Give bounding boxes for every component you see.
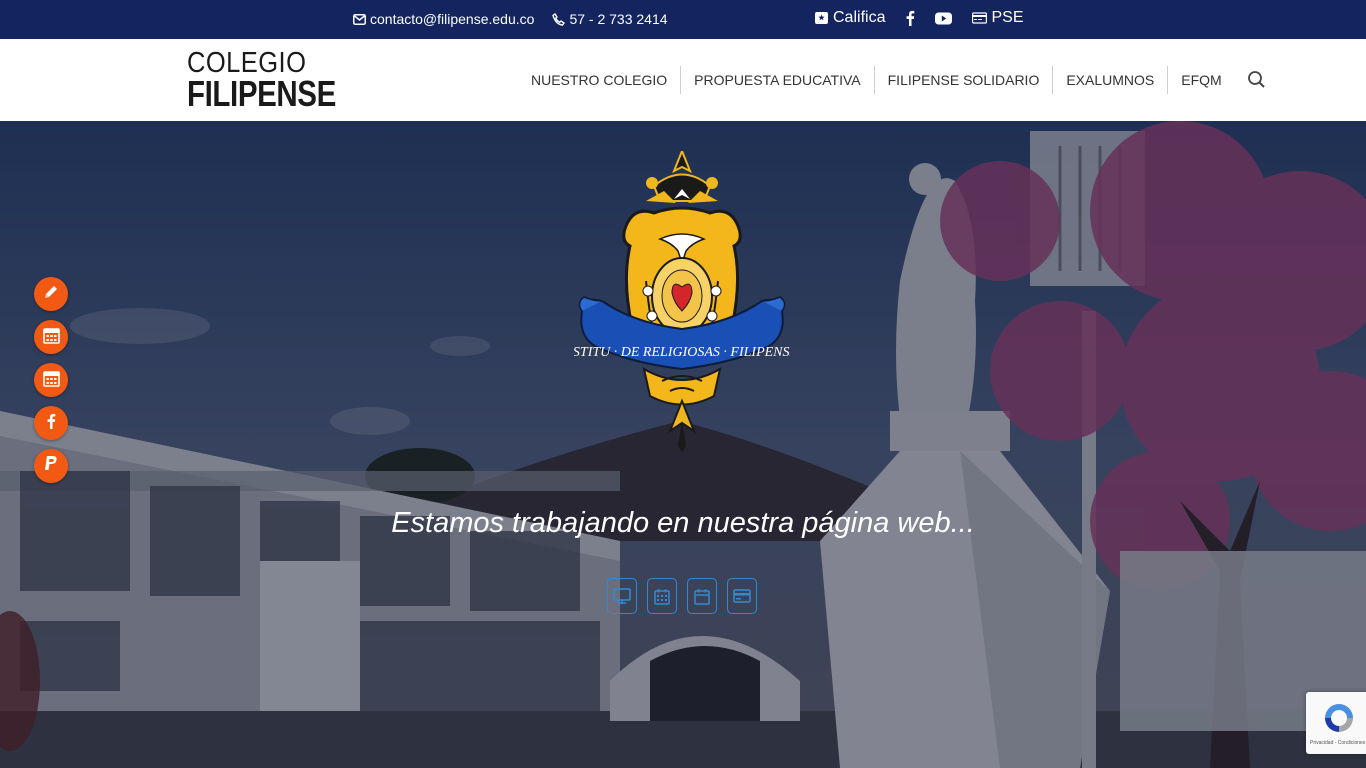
nav-exalumnos[interactable]: EXALUMNOS	[1053, 66, 1169, 94]
card-icon[interactable]	[727, 578, 757, 614]
facebook-button[interactable]	[34, 406, 68, 440]
phone-link[interactable]: 57 - 2 733 2414	[552, 11, 668, 27]
calendar-icon	[42, 369, 60, 392]
email-link[interactable]: contacto@filipense.edu.co	[353, 11, 534, 27]
calendar-button-1[interactable]	[34, 320, 68, 354]
email-text: contacto@filipense.edu.co	[370, 11, 535, 27]
pse-link[interactable]: PSE	[972, 9, 1023, 27]
logo-line-filipense: FILIPENSE	[187, 72, 336, 114]
nav-propuesta-educativa[interactable]: PROPUESTA EDUCATIVA	[681, 66, 875, 94]
recaptcha-text: Privacidad - Condiciones	[1310, 740, 1366, 746]
hero-quick-icons	[607, 578, 757, 614]
recaptcha-icon	[1321, 700, 1357, 741]
calendar-button-2[interactable]	[34, 363, 68, 397]
pencil-button[interactable]	[34, 277, 68, 311]
calendar-icon[interactable]	[687, 578, 717, 614]
school-crest-icon: INSTITU · DE RELIGIOSAS · FILIPENSES	[574, 151, 790, 453]
review-icon	[815, 11, 829, 25]
top-links: Califica PSE	[815, 9, 1023, 27]
card-icon	[972, 12, 988, 24]
top-bar: contacto@filipense.edu.co 57 - 2 733 241…	[0, 0, 1366, 39]
califica-label: Califica	[833, 9, 886, 26]
svg-text:INSTITU · DE RELIGIOSAS · FILI: INSTITU · DE RELIGIOSAS · FILIPENSES	[574, 345, 790, 360]
paypal-button[interactable]	[34, 449, 68, 483]
site-logo[interactable]: COLEGIO FILIPENSE	[185, 39, 365, 121]
facebook-icon[interactable]	[905, 10, 915, 26]
calendar-icon	[42, 326, 60, 349]
youtube-icon[interactable]	[935, 12, 953, 25]
phone-text: 57 - 2 733 2414	[569, 11, 668, 27]
calendar-grid-icon[interactable]	[647, 578, 677, 614]
phone-icon	[552, 12, 566, 26]
califica-link[interactable]: Califica	[815, 9, 885, 27]
pse-label: PSE	[991, 9, 1024, 26]
recaptcha-badge[interactable]: Privacidad - Condiciones	[1306, 692, 1366, 754]
floating-action-bar	[34, 277, 68, 483]
envelope-icon	[353, 13, 366, 25]
nav-filipense-solidario[interactable]: FILIPENSE SOLIDARIO	[875, 66, 1054, 94]
main-nav: NUESTRO COLEGIO PROPUESTA EDUCATIVA FILI…	[518, 66, 1267, 94]
monitor-icon[interactable]	[607, 578, 637, 614]
nav-efqm[interactable]: EFQM	[1168, 66, 1234, 94]
pencil-icon	[43, 284, 59, 305]
contact-info: contacto@filipense.edu.co 57 - 2 733 241…	[353, 11, 668, 27]
nav-nuestro-colegio[interactable]: NUESTRO COLEGIO	[518, 66, 682, 94]
hero-headline: Estamos trabajando en nuestra página web…	[391, 507, 975, 539]
hero-section: INSTITU · DE RELIGIOSAS · FILIPENSES Est…	[0, 121, 1366, 768]
search-icon[interactable]	[1247, 70, 1267, 90]
paypal-icon	[44, 455, 58, 477]
logo-wordmark: COLEGIO FILIPENSE	[187, 48, 369, 114]
facebook-icon	[46, 413, 56, 434]
site-header: COLEGIO FILIPENSE NUESTRO COLEGIO PROPUE…	[0, 39, 1366, 121]
